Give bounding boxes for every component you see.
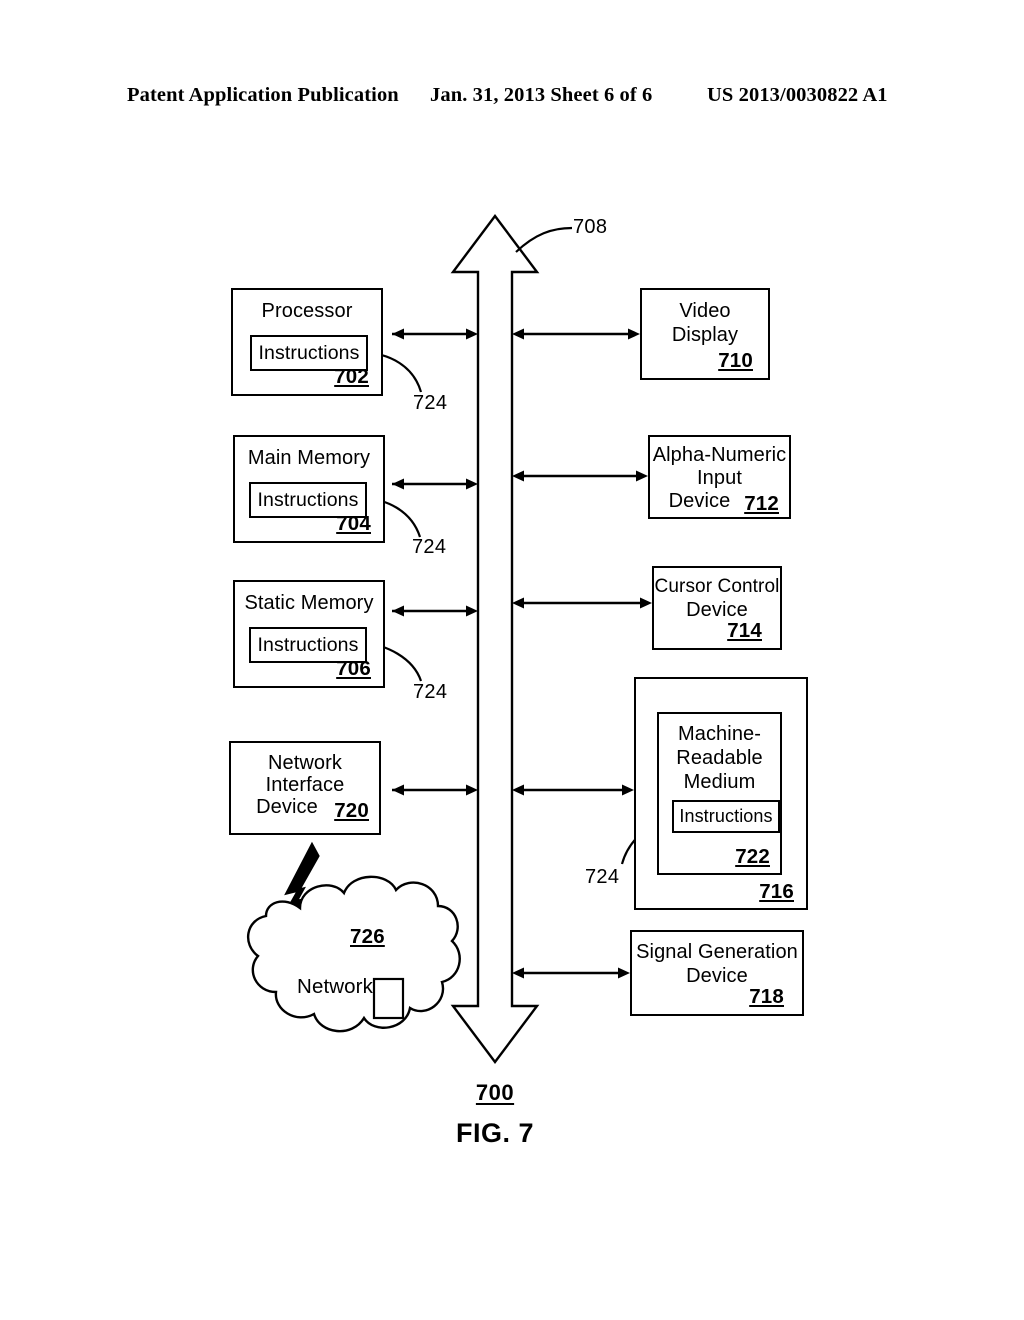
connector-video-display <box>512 328 640 340</box>
system-bus-ref: 708 <box>573 216 608 238</box>
processor-block: Processor Instructions 702 <box>231 288 383 396</box>
cursor-control-device-block: Cursor Control Device 714 <box>652 566 782 650</box>
signal-generation-device-block: Signal Generation Device 718 <box>630 930 804 1016</box>
machine-readable-medium-title-line2: Readable <box>676 747 763 769</box>
figure-caption: FIG. 7 <box>455 1118 534 1148</box>
patent-figure-7: Processor Instructions 702 724 Main Memo… <box>0 0 1024 1320</box>
processor-title: Processor <box>261 300 353 322</box>
connector-signal-generation-device <box>512 967 630 979</box>
static-memory-title: Static Memory <box>244 592 374 614</box>
video-display-title-line2: Display <box>671 324 739 346</box>
main-memory-title: Main Memory <box>247 447 371 469</box>
machine-readable-medium-block: Machine- Readable Medium Instructions 72… <box>657 712 782 875</box>
signal-generation-device-title-line1: Signal Generation <box>636 941 798 963</box>
machine-readable-medium-instructions-leader-ref: 724 <box>585 866 620 888</box>
network-cloud-label: Network <box>297 975 373 998</box>
alpha-numeric-input-device-title-line1: Alpha-Numeric <box>652 444 787 466</box>
system-bus-arrow <box>450 214 540 1064</box>
connector-static-memory <box>392 605 478 617</box>
network-interface-device-block: Network Interface Device 720 <box>229 741 381 835</box>
data-storage-device-ref: 716 <box>759 880 794 903</box>
connector-processor <box>392 328 478 340</box>
connector-alpha-numeric-input-device <box>512 470 648 482</box>
connector-data-storage-device <box>512 784 634 796</box>
cursor-control-device-ref: 714 <box>727 619 762 642</box>
network-cloud-shape <box>246 875 461 1033</box>
signal-generation-device-ref: 718 <box>749 985 784 1008</box>
connector-main-memory <box>392 478 478 490</box>
processor-instructions-label: Instructions <box>258 341 360 364</box>
alpha-numeric-input-device-ref: 712 <box>744 492 779 515</box>
machine-readable-medium-ref: 722 <box>735 845 770 868</box>
static-memory-instructions-label: Instructions <box>257 633 359 656</box>
machine-readable-medium-instructions-label: Instructions <box>679 806 773 826</box>
bus-ref-leader <box>515 226 573 253</box>
video-display-block: Video Display 710 <box>640 288 770 380</box>
system-ref: 700 <box>475 1080 515 1105</box>
network-interface-device-ref: 720 <box>334 799 369 822</box>
main-memory-ref: 704 <box>336 512 371 535</box>
video-display-title-line1: Video <box>679 300 731 322</box>
alpha-numeric-input-device-block: Alpha-Numeric Input Device 712 <box>648 435 791 519</box>
static-memory-block: Static Memory Instructions 706 <box>233 580 385 688</box>
main-memory-block: Main Memory Instructions 704 <box>233 435 385 543</box>
network-cloud-ref: 726 <box>350 925 385 948</box>
static-memory-instructions-leader-ref: 724 <box>413 681 448 703</box>
processor-ref: 702 <box>334 365 369 388</box>
machine-readable-medium-title-line3: Medium <box>683 771 756 793</box>
data-storage-device-block: Machine- Readable Medium Instructions 72… <box>634 677 808 910</box>
machine-readable-medium-instructions-box: Instructions <box>672 800 780 833</box>
processor-instructions-leader-ref: 724 <box>413 392 448 414</box>
machine-readable-medium-title-line1: Machine- <box>677 723 762 745</box>
video-display-ref: 710 <box>718 349 753 372</box>
main-memory-instructions-leader-ref: 724 <box>412 536 447 558</box>
connector-cursor-control-device <box>512 597 652 609</box>
connector-network-interface-device <box>392 784 478 796</box>
alpha-numeric-input-device-title-line2: Input <box>697 467 742 489</box>
cursor-control-device-title-line1: Cursor Control <box>654 576 780 597</box>
main-memory-instructions-label: Instructions <box>257 488 359 511</box>
static-memory-ref: 706 <box>336 657 371 680</box>
